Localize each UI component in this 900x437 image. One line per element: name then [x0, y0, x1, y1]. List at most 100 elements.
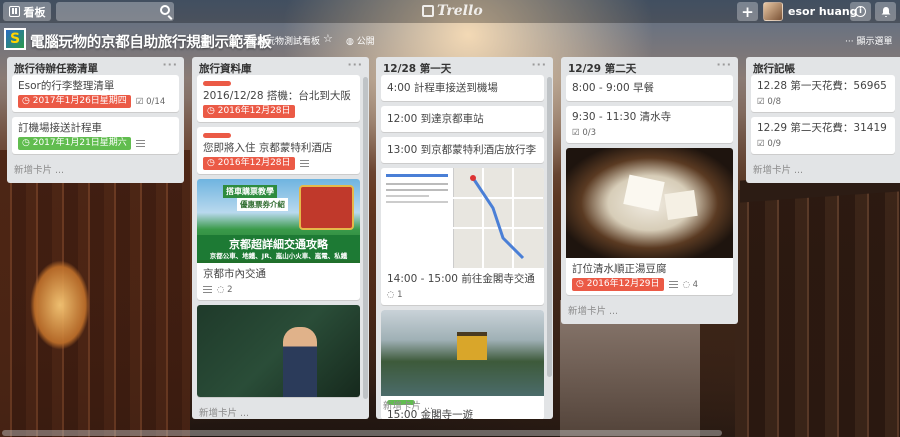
list-scrollbar[interactable]	[363, 77, 368, 399]
cover-subtitle: 京都公車、地鐵、JR、嵐山小火車、嵐電、私鐵	[197, 250, 360, 260]
add-card-link[interactable]: 新增卡片 ...	[746, 159, 900, 183]
list-item[interactable]: Esor的行李整理清單 ◷ 2017年1月26日星期四 ☑ 0/14	[12, 75, 179, 112]
list-item[interactable]: 搭車購票教學 優惠票券介紹 京都超詳細交通攻略 京都公車、地鐵、JR、嵐山小火車…	[197, 179, 360, 300]
card-cover-image	[566, 148, 733, 258]
list-title[interactable]: 12/28 第一天 ···	[376, 57, 553, 75]
list-item[interactable]: 訂位清水順正湯豆腐 ◷ 2016年12月29日 ◌ 4	[566, 148, 733, 295]
show-menu[interactable]: ··· 顯示選單	[845, 34, 892, 47]
cover-tag-secondary: 優惠票券介紹	[237, 198, 288, 211]
top-bar: 看板 Trello + esor huang i	[0, 0, 900, 23]
list-title[interactable]: 旅行記帳	[746, 57, 900, 75]
card-cover-image: 搭車購票教學 優惠票券介紹 京都超詳細交通攻略 京都公車、地鐵、JR、嵐山小火車…	[197, 179, 360, 263]
menu-label: 顯示選單	[856, 37, 893, 47]
board-horizontal-scrollbar[interactable]	[2, 430, 722, 436]
list-title-text: 旅行待辦任務清單	[14, 63, 98, 75]
list-item[interactable]	[197, 305, 360, 397]
board-title[interactable]: 電腦玩物的京都自助旅行規劃示範看板	[30, 31, 272, 52]
list-menu-icon[interactable]: ···	[347, 58, 363, 71]
list-menu-icon[interactable]: ···	[531, 58, 547, 71]
list-title-text: 旅行記帳	[753, 63, 795, 75]
cover-tofu	[664, 190, 698, 220]
card-title: 訂機場接送計程車	[18, 122, 102, 134]
list-item[interactable]: 12:00 到達京都車站	[381, 106, 544, 132]
list-menu-icon[interactable]: ···	[716, 58, 732, 71]
trello-logo-text: Trello	[437, 3, 483, 19]
comments-badge: ◌ 2	[217, 284, 233, 295]
add-card-link[interactable]: 新增卡片 ...	[7, 159, 184, 183]
notifications-button[interactable]	[875, 2, 896, 21]
search-icon[interactable]	[160, 5, 170, 15]
card-label	[203, 81, 231, 86]
add-card-link[interactable]: 新增卡片 ...	[192, 402, 369, 419]
comments-badge: ◌ 1	[387, 289, 403, 300]
board-icon: S	[4, 28, 26, 50]
card-title: 12:00 到達京都車站	[387, 113, 484, 125]
list-item[interactable]: 14:00 - 15:00 前往金閣寺交通 ◌ 1	[381, 168, 544, 305]
list-item[interactable]: 2016/12/28 搭機：台北到大阪 ◷ 2016年12月28日	[197, 75, 360, 122]
list-item[interactable]: 13:00 到京都蒙特利酒店放行李	[381, 137, 544, 163]
boards-button[interactable]: 看板	[3, 2, 51, 21]
board-visibility[interactable]: ◍ 公開	[346, 34, 375, 47]
list-item[interactable]: 8:00 - 9:00 早餐	[566, 75, 733, 101]
card-title: 4:00 計程車接送到機場	[387, 82, 498, 94]
list-title[interactable]: 12/29 第二天 ···	[561, 57, 738, 75]
list-todo: 旅行待辦任務清單 ··· Esor的行李整理清單 ◷ 2017年1月26日星期四 …	[7, 57, 184, 183]
checklist-badge: ☑ 0/9	[757, 138, 782, 149]
info-icon: i	[855, 6, 866, 17]
list-item[interactable]: 4:00 計程車接送到機場	[381, 75, 544, 101]
card-title: 京都市內交通	[203, 268, 266, 280]
background-lantern	[30, 260, 90, 350]
list-item[interactable]: 9:30 - 11:30 清水寺 ☑ 0/3	[566, 106, 733, 143]
star-icon[interactable]: ☆	[323, 32, 333, 45]
trello-logo[interactable]: Trello	[422, 3, 483, 19]
background-wall-left	[0, 150, 190, 437]
card-cover-image	[197, 305, 360, 397]
due-date-badge: ◷ 2017年1月21日星期六	[18, 137, 131, 150]
description-icon	[135, 140, 145, 147]
list-item[interactable]: 12.28 第一天花費：56965 ☑ 0/8	[751, 75, 895, 112]
list-scrollbar[interactable]	[547, 77, 552, 377]
description-icon	[203, 286, 212, 293]
list-resources: 旅行資料庫 ··· 2016/12/28 搭機：台北到大阪 ◷ 2016年12月2…	[192, 57, 369, 419]
avatar[interactable]	[763, 2, 783, 21]
add-card-link[interactable]: 新增卡片 ...	[376, 395, 440, 419]
bell-icon	[881, 6, 890, 17]
checklist-badge: ☑ 0/8	[757, 96, 782, 107]
card-title: 您即將入住 京都蒙特利酒店	[203, 142, 333, 154]
list-day-one: 12/28 第一天 ··· 4:00 計程車接送到機場 12:00 到達京都車站 …	[376, 57, 553, 419]
more-icon: ···	[845, 37, 854, 47]
list-title[interactable]: 旅行資料庫 ···	[192, 57, 369, 75]
list-item[interactable]: 您即將入住 京都蒙特利酒店 ◷ 2016年12月28日	[197, 127, 360, 174]
cover-temple	[457, 332, 487, 360]
list-title-text: 12/28 第一天	[383, 63, 452, 75]
visibility-label: 公開	[356, 37, 375, 47]
card-title: 訂位清水順正湯豆腐	[572, 263, 667, 275]
list-title[interactable]: 旅行待辦任務清單 ···	[7, 57, 184, 75]
cover-tofu	[623, 174, 665, 212]
trello-logo-icon	[422, 5, 434, 17]
add-button[interactable]: +	[737, 2, 758, 21]
boards-label: 看板	[23, 5, 46, 19]
board-team[interactable]: 電腦玩物測試看板	[248, 34, 320, 47]
card-title: 13:00 到京都蒙特利酒店放行李	[387, 144, 537, 156]
cover-train	[299, 185, 354, 230]
card-title: 9:30 - 11:30 清水寺	[572, 111, 672, 123]
list-item[interactable]: 12.29 第二天花費：31419 ☑ 0/9	[751, 117, 895, 154]
background-wall-right	[735, 190, 900, 437]
card-label	[203, 133, 231, 138]
list-item[interactable]: 訂機場接送計程車 ◷ 2017年1月21日星期六	[12, 117, 179, 154]
card-title: 8:00 - 9:00 早餐	[572, 82, 654, 94]
search-input[interactable]	[56, 2, 174, 21]
card-title: Esor的行李整理清單	[18, 80, 115, 92]
info-button[interactable]: i	[850, 2, 871, 21]
add-card-link[interactable]: 新增卡片 ...	[561, 300, 738, 324]
card-cover-image	[381, 310, 544, 396]
list-menu-icon[interactable]: ···	[162, 58, 178, 71]
map-route	[453, 168, 543, 268]
user-name[interactable]: esor huang	[788, 5, 858, 18]
card-title: 12.29 第二天花費：31419	[757, 122, 887, 134]
boards-icon	[8, 6, 20, 17]
list-expenses: 旅行記帳 12.28 第一天花費：56965 ☑ 0/8 12.29 第二天花費…	[746, 57, 900, 183]
list-title-text: 旅行資料庫	[199, 63, 252, 75]
due-date-badge: ◷ 2017年1月26日星期四	[18, 95, 131, 108]
